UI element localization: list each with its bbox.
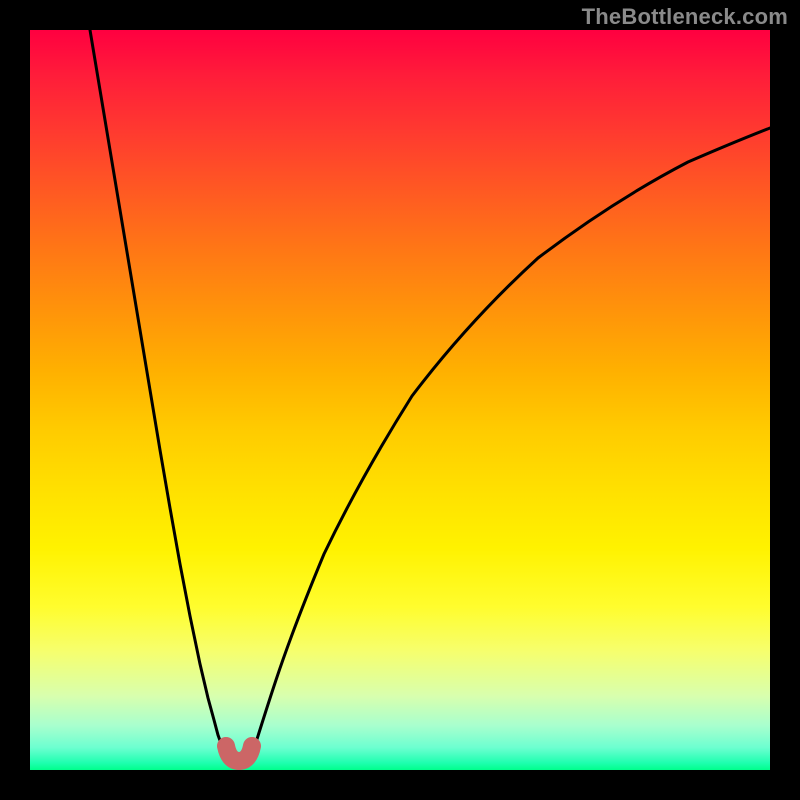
chart-plot-area (30, 30, 770, 770)
chart-frame: TheBottleneck.com (0, 0, 800, 800)
curve-right-branch (252, 128, 770, 755)
watermark-text: TheBottleneck.com (582, 4, 788, 30)
curve-left-branch (90, 30, 226, 755)
vertex-marker (226, 746, 252, 761)
chart-curves-svg (30, 30, 770, 770)
